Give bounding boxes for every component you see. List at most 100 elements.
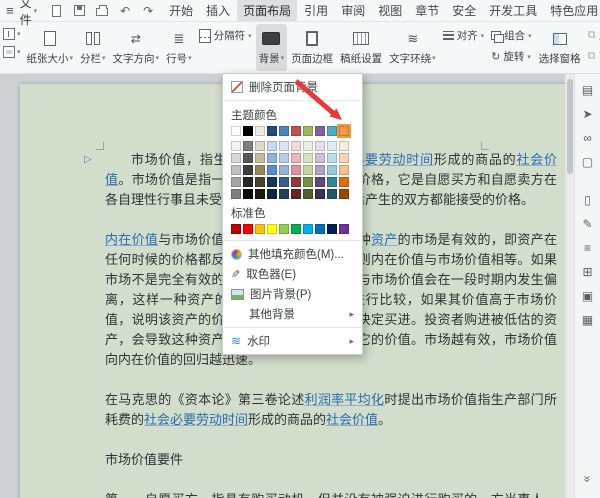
theme-color-swatch[interactable] <box>267 141 277 151</box>
theme-color-swatch[interactable] <box>327 126 337 136</box>
standard-color-swatch[interactable] <box>255 224 265 234</box>
hyperlink[interactable]: 内在价值 <box>105 232 158 247</box>
page-border-button[interactable]: 页面边框 <box>288 24 336 71</box>
theme-color-swatch[interactable] <box>291 177 301 187</box>
theme-color-swatch[interactable] <box>231 141 241 151</box>
standard-color-swatch[interactable] <box>327 224 337 234</box>
theme-color-swatch[interactable] <box>279 141 289 151</box>
theme-color-swatch[interactable] <box>303 189 313 199</box>
tab-dev-tools[interactable]: 开发工具 <box>483 0 543 21</box>
chevron-double-down-icon[interactable]: » <box>582 476 594 483</box>
theme-color-swatch[interactable] <box>231 165 241 175</box>
theme-color-swatch[interactable] <box>231 177 241 187</box>
theme-color-swatch[interactable] <box>339 153 349 163</box>
theme-color-swatch[interactable] <box>279 177 289 187</box>
theme-color-swatch[interactable] <box>291 153 301 163</box>
theme-color-swatch[interactable] <box>243 165 253 175</box>
margins-button[interactable]: ▾ <box>1 27 23 41</box>
tab-insert[interactable]: 插入 <box>200 0 236 21</box>
print-button[interactable] <box>95 4 109 18</box>
notes-icon[interactable]: ≡ <box>584 242 591 254</box>
hyperlink[interactable]: 利润率平均化 <box>305 392 385 407</box>
theme-color-swatch[interactable] <box>327 165 337 175</box>
send-backward-button[interactable]: ⧉ 下移一层▾ <box>585 48 600 65</box>
theme-color-swatch[interactable] <box>255 165 265 175</box>
theme-color-swatch[interactable] <box>303 153 313 163</box>
delete-page-background-item[interactable]: 删除页面背景 <box>223 77 362 97</box>
theme-color-swatch[interactable] <box>303 165 313 175</box>
standard-color-swatch[interactable] <box>291 224 301 234</box>
theme-color-swatch[interactable] <box>327 141 337 151</box>
theme-color-swatch[interactable] <box>231 189 241 199</box>
redo-button[interactable]: ↷ <box>141 4 155 18</box>
columns-button[interactable]: 分栏▾ <box>77 24 109 71</box>
theme-color-swatch[interactable] <box>303 141 313 151</box>
group-button[interactable]: 组合▾ <box>488 27 535 44</box>
theme-color-swatch[interactable] <box>315 141 325 151</box>
select-cursor-icon[interactable]: ➤ <box>582 108 592 120</box>
theme-color-swatch[interactable] <box>231 126 241 136</box>
rotate-button[interactable]: ↻ 旋转▾ <box>488 48 535 65</box>
shapes-icon[interactable]: ∞ <box>583 132 592 144</box>
theme-color-swatch[interactable] <box>339 141 349 151</box>
theme-color-swatch[interactable] <box>231 153 241 163</box>
theme-color-swatch[interactable] <box>279 189 289 199</box>
theme-color-swatch[interactable] <box>255 153 265 163</box>
pen-icon[interactable]: ✎ <box>582 218 592 230</box>
save-button[interactable] <box>72 4 86 18</box>
theme-color-swatch[interactable] <box>315 153 325 163</box>
theme-color-swatch[interactable] <box>255 126 265 136</box>
other-background-item[interactable]: 其他背景▸ <box>223 304 362 324</box>
background-button[interactable]: 背景▾ <box>256 24 288 71</box>
grid-icon[interactable]: ⊞ <box>582 266 592 278</box>
frame-icon[interactable]: ▢ <box>582 156 593 168</box>
theme-color-swatch[interactable] <box>303 177 313 187</box>
theme-color-swatch[interactable] <box>303 126 313 136</box>
theme-color-swatch[interactable] <box>243 177 253 187</box>
hyperlink[interactable]: 资产 <box>371 232 398 247</box>
paper-size-button[interactable]: 纸张大小▾ <box>24 24 77 71</box>
theme-color-swatch[interactable] <box>267 126 277 136</box>
selection-pane-button[interactable]: 选择窗格 <box>536 24 584 71</box>
tab-security[interactable]: 安全 <box>446 0 482 21</box>
theme-color-swatch[interactable] <box>255 189 265 199</box>
theme-color-swatch[interactable] <box>339 165 349 175</box>
scrollbar-thumb[interactable] <box>567 79 573 174</box>
tab-view[interactable]: 视图 <box>372 0 408 21</box>
tab-section[interactable]: 章节 <box>409 0 445 21</box>
theme-color-swatch[interactable] <box>267 165 277 175</box>
tab-start[interactable]: 开始 <box>163 0 199 21</box>
line-number-button[interactable]: ≣ 行号▾ <box>163 24 195 71</box>
bookmark-icon[interactable]: ▷ <box>84 154 92 165</box>
text-direction-button[interactable]: ⇄ 文字方向▾ <box>110 24 163 71</box>
text-wrap-button[interactable]: ≋ 文字环绕▾ <box>386 24 439 71</box>
theme-color-swatch[interactable] <box>339 189 349 199</box>
standard-color-swatch[interactable] <box>315 224 325 234</box>
theme-color-swatch[interactable] <box>291 141 301 151</box>
more-fill-colors-item[interactable]: 其他填充颜色(M)... <box>223 244 362 264</box>
theme-color-swatch[interactable] <box>327 153 337 163</box>
new-doc-button[interactable] <box>49 4 63 18</box>
selected-color-swatch[interactable] <box>339 126 349 136</box>
theme-color-swatch[interactable] <box>279 126 289 136</box>
theme-color-swatch[interactable] <box>267 153 277 163</box>
hamburger-menu-icon[interactable]: ≡ <box>6 3 14 18</box>
theme-color-swatch[interactable] <box>243 126 253 136</box>
theme-color-swatch[interactable] <box>291 165 301 175</box>
undo-button[interactable]: ↶ <box>118 4 132 18</box>
theme-color-swatch[interactable] <box>315 189 325 199</box>
file-menu-button[interactable]: 文件▾ <box>20 0 38 28</box>
theme-color-swatch[interactable] <box>255 141 265 151</box>
hyperlink[interactable]: 社会必要劳动时间 <box>144 412 248 427</box>
theme-color-swatch[interactable] <box>315 126 325 136</box>
tab-references[interactable]: 引用 <box>298 0 334 21</box>
watermark-item[interactable]: ≋水印▸ <box>223 331 362 351</box>
theme-color-swatch[interactable] <box>267 189 277 199</box>
properties-icon[interactable]: ▤ <box>582 84 593 96</box>
tab-review[interactable]: 审阅 <box>335 0 371 21</box>
standard-color-swatch[interactable] <box>231 224 241 234</box>
theme-color-swatch[interactable] <box>279 153 289 163</box>
theme-color-swatch[interactable] <box>339 177 349 187</box>
orientation-button[interactable]: ▾ <box>1 45 23 59</box>
theme-color-swatch[interactable] <box>327 177 337 187</box>
